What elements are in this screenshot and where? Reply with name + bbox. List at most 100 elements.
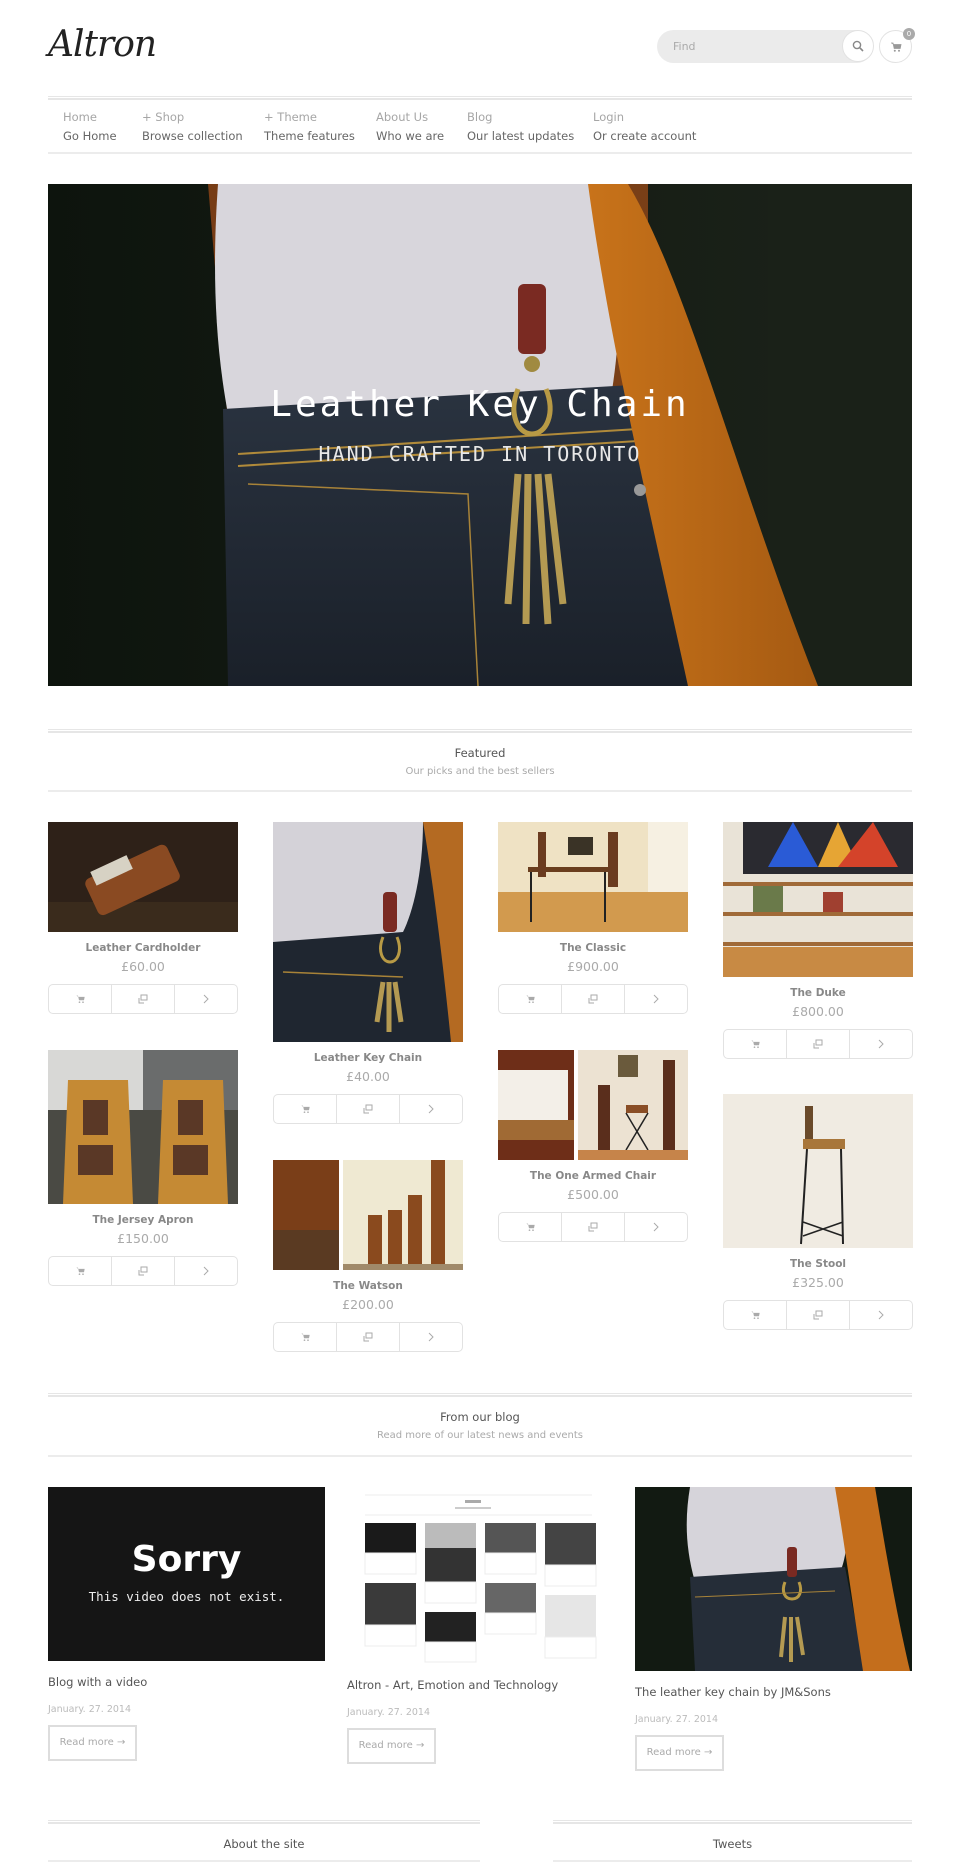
stool-image <box>723 1094 913 1248</box>
product-name[interactable]: The Stool <box>723 1258 913 1270</box>
quick-view-button[interactable] <box>562 1213 625 1241</box>
view-details-button[interactable] <box>175 1257 237 1285</box>
blog-post: The leather key chain by JM&Sons January… <box>635 1487 912 1771</box>
product-actions <box>498 984 688 1014</box>
add-to-cart-button[interactable] <box>49 985 112 1013</box>
product-price: £500.00 <box>567 1187 619 1202</box>
product-actions <box>273 1094 463 1124</box>
blog-post-date: January. 27. 2014 <box>635 1714 719 1725</box>
product-name[interactable]: The Jersey Apron <box>48 1214 238 1226</box>
product-image[interactable] <box>48 1050 238 1204</box>
blog-post-image[interactable] <box>347 1487 599 1664</box>
about-bottom-divider <box>48 1860 480 1862</box>
read-more-button[interactable]: Read more → <box>347 1728 436 1764</box>
nav-label: Home <box>63 110 97 124</box>
nav-item-about[interactable]: About Us Who we are <box>376 110 444 143</box>
cart-icon <box>750 1311 760 1319</box>
product-name[interactable]: The Classic <box>498 942 688 954</box>
chevron-right-icon <box>878 1310 884 1320</box>
blog-post-title[interactable]: The leather key chain by JM&Sons <box>635 1685 912 1699</box>
product-name[interactable]: Leather Key Chain <box>273 1052 463 1064</box>
apron-image <box>48 1050 238 1204</box>
product-card: The Classic £900.00 <box>498 822 688 1014</box>
blog-post-title[interactable]: Blog with a video <box>48 1675 325 1689</box>
search-icon <box>852 40 864 52</box>
product-card: The Watson £200.00 <box>273 1160 463 1352</box>
product-name[interactable]: The One Armed Chair <box>498 1170 688 1182</box>
nav-item-shop[interactable]: + Shop Browse collection <box>142 110 243 143</box>
hero-image <box>48 184 912 686</box>
add-to-cart-button[interactable] <box>499 985 562 1013</box>
search-button[interactable] <box>842 30 874 62</box>
quick-view-icon <box>588 1222 598 1232</box>
view-details-button[interactable] <box>400 1323 462 1351</box>
quick-view-button[interactable] <box>787 1030 850 1058</box>
product-image[interactable] <box>723 1094 913 1248</box>
tweets-bottom-divider <box>553 1860 912 1862</box>
cart-icon <box>750 1040 760 1048</box>
product-card: Leather Key Chain £40.00 <box>273 822 463 1124</box>
view-details-button[interactable] <box>850 1301 912 1329</box>
add-to-cart-button[interactable] <box>499 1213 562 1241</box>
hero-banner[interactable]: Leather Key Chain HAND CRAFTED IN TORONT… <box>48 184 912 686</box>
theme-preview-image <box>347 1487 599 1664</box>
add-to-cart-button[interactable] <box>49 1257 112 1285</box>
quick-view-button[interactable] <box>787 1301 850 1329</box>
product-actions <box>48 984 238 1014</box>
quick-view-button[interactable] <box>337 1095 400 1123</box>
hero-title: Leather Key Chain <box>270 384 690 425</box>
product-image[interactable] <box>273 822 463 1042</box>
cart-icon <box>525 995 535 1003</box>
product-name[interactable]: The Duke <box>723 987 913 999</box>
add-to-cart-button[interactable] <box>274 1323 337 1351</box>
nav-item-theme[interactable]: + Theme Theme features <box>264 110 355 143</box>
duke-shelf-image <box>723 822 913 977</box>
product-price: £60.00 <box>121 959 165 974</box>
featured-subtitle: Our picks and the best sellers <box>405 766 555 777</box>
add-to-cart-button[interactable] <box>724 1301 787 1329</box>
site-logo[interactable]: Altron <box>48 24 157 65</box>
product-image[interactable] <box>48 822 238 932</box>
add-to-cart-button[interactable] <box>724 1030 787 1058</box>
video-player[interactable]: Sorry This video does not exist. <box>48 1487 325 1661</box>
view-details-button[interactable] <box>625 985 687 1013</box>
view-details-button[interactable] <box>625 1213 687 1241</box>
product-name[interactable]: The Watson <box>273 1280 463 1292</box>
product-price: £150.00 <box>117 1231 169 1246</box>
product-image[interactable] <box>498 1050 688 1160</box>
view-details-button[interactable] <box>850 1030 912 1058</box>
cart-icon <box>525 1223 535 1231</box>
cart-count-badge: 0 <box>903 28 915 40</box>
product-name[interactable]: Leather Cardholder <box>48 942 238 954</box>
nav-sublabel: Go Home <box>63 129 117 143</box>
cart-icon <box>300 1105 310 1113</box>
product-card: Leather Cardholder £60.00 <box>48 822 238 1014</box>
quick-view-icon <box>363 1332 373 1342</box>
product-image[interactable] <box>723 822 913 977</box>
featured-bottom-divider <box>48 790 912 792</box>
blog-post-title[interactable]: Altron - Art, Emotion and Technology <box>347 1678 599 1692</box>
product-image[interactable] <box>498 822 688 932</box>
nav-item-blog[interactable]: Blog Our latest updates <box>467 110 574 143</box>
quick-view-button[interactable] <box>562 985 625 1013</box>
view-details-button[interactable] <box>400 1095 462 1123</box>
chevron-right-icon <box>653 994 659 1004</box>
quick-view-button[interactable] <box>112 1257 175 1285</box>
quick-view-button[interactable] <box>112 985 175 1013</box>
featured-title: Featured <box>454 746 506 760</box>
add-to-cart-button[interactable] <box>274 1095 337 1123</box>
quick-view-button[interactable] <box>337 1323 400 1351</box>
quick-view-icon <box>138 994 148 1004</box>
watson-image <box>273 1160 463 1270</box>
blog-post-image[interactable] <box>635 1487 912 1671</box>
search-input[interactable] <box>673 30 823 63</box>
nav-item-login[interactable]: Login Or create account <box>593 110 696 143</box>
product-card: The Stool £325.00 <box>723 1094 913 1330</box>
view-details-button[interactable] <box>175 985 237 1013</box>
read-more-button[interactable]: Read more → <box>635 1735 724 1771</box>
product-actions <box>273 1322 463 1352</box>
nav-item-home[interactable]: Home Go Home <box>63 110 117 143</box>
nav-sublabel: Our latest updates <box>467 129 575 143</box>
product-image[interactable] <box>273 1160 463 1270</box>
read-more-button[interactable]: Read more → <box>48 1725 137 1761</box>
